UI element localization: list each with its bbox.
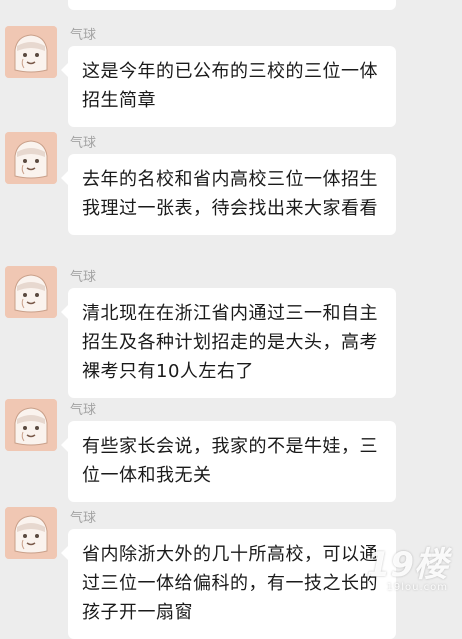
cartoon-face-icon: [5, 26, 57, 78]
sender-name: 气球: [70, 511, 97, 526]
message-bubble[interactable]: 有些家长会说，我家的不是牛娃，三位一体和我无关: [61, 421, 396, 502]
avatar[interactable]: [5, 26, 57, 78]
message-bubble[interactable]: 省内除浙大外的几十所高校，可以通过三位一体给偏科的，有一技之长的孩子开一扇窗: [61, 529, 396, 639]
sender-name: 气球: [70, 270, 97, 285]
previous-message-bubble[interactable]: [68, 0, 396, 10]
avatar[interactable]: [5, 507, 57, 559]
message-bubble[interactable]: 清北现在在浙江省内通过三一和自主招生及各种计划招走的是大头，高考裸考只有10人左…: [61, 288, 396, 398]
watermark-logo-text: 19楼: [366, 545, 448, 585]
chat-area: 气球 这是今年的已公布的三校的三位一体招生简章 气球 去年的名校和省内高校三位一…: [0, 0, 462, 639]
cartoon-face-icon: [5, 132, 57, 184]
cartoon-face-icon: [5, 266, 57, 318]
avatar[interactable]: [5, 266, 57, 318]
sender-name: 气球: [70, 28, 97, 43]
sender-name: 气球: [70, 403, 97, 418]
site-watermark: 19楼 19lou.com: [367, 548, 448, 594]
avatar[interactable]: [5, 399, 57, 451]
cartoon-face-icon: [5, 507, 57, 559]
avatar[interactable]: [5, 132, 57, 184]
message-bubble[interactable]: 去年的名校和省内高校三位一体招生我理过一张表，待会找出来大家看看: [61, 154, 396, 235]
sender-name: 气球: [70, 136, 97, 151]
message-bubble[interactable]: 这是今年的已公布的三校的三位一体招生简章: [61, 46, 396, 127]
cartoon-face-icon: [5, 399, 57, 451]
